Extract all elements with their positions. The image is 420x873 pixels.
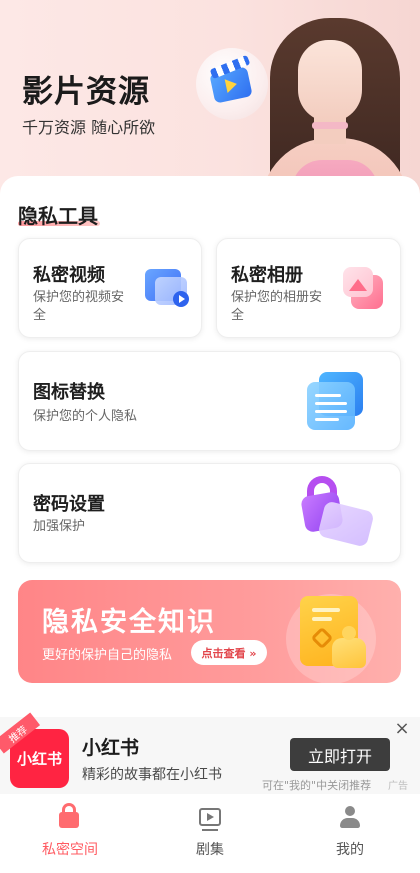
padlock-icon [299,476,375,552]
card-desc: 保护您的相册安全 [231,290,323,323]
close-icon[interactable]: × [392,719,412,739]
card-private-video[interactable]: 私密视频 保护您的视频安全 [18,238,202,338]
user-icon [340,806,360,830]
ad-app-name: 小红书 [82,737,140,759]
section-title: 隐私工具 [18,204,98,228]
card-title: 密码设置 [33,494,105,515]
user-shield-icon [332,626,366,668]
hero-model-image [240,10,420,200]
privacy-knowledge-banner[interactable]: 隐私安全知识 更好的保护自己的隐私 点击查看 » [18,580,401,683]
banner-subtitle: 更好的保护自己的隐私 [42,648,173,663]
nav-item-private-space[interactable]: 私密空间 [0,794,140,873]
ad-banner[interactable]: 小红书 推荐 小红书 精彩的故事都在小红书 立即打开 × 可在"我的"中关闭推荐… [0,712,420,794]
card-icon-replace[interactable]: 图标替换 保护您的个人隐私 [18,351,401,451]
nav-label: 剧集 [196,842,224,858]
document-list-icon [305,372,367,434]
nav-item-episodes[interactable]: 剧集 [140,794,280,873]
card-title: 私密视频 [33,265,105,286]
photo-album-icon [341,265,387,315]
hero-banner: 影片资源 千万资源 随心所欲 [0,0,420,200]
card-desc: 加强保护 [33,519,86,534]
nav-item-mine[interactable]: 我的 [280,794,420,873]
card-desc: 保护您的个人隐私 [33,409,138,424]
card-title: 私密相册 [231,265,303,286]
hero-subtitle: 千万资源 随心所欲 [22,118,156,137]
video-folder-icon [143,267,193,311]
nav-label: 我的 [336,842,364,858]
view-details-button[interactable]: 点击查看 » [191,640,267,665]
lock-icon [59,803,79,828]
ad-note: 可在"我的"中关闭推荐 [262,779,372,792]
card-private-album[interactable]: 私密相册 保护您的相册安全 [216,238,401,338]
video-play-icon [199,808,221,826]
ad-badge: 广告 [388,781,408,792]
nav-label: 私密空间 [42,842,98,858]
card-password-settings[interactable]: 密码设置 加强保护 [18,463,401,563]
card-desc: 保护您的视频安全 [33,290,125,323]
bottom-nav: 私密空间 剧集 我的 [0,794,420,873]
open-app-button[interactable]: 立即打开 [290,738,390,771]
ad-description: 精彩的故事都在小红书 [82,767,222,783]
hero-title: 影片资源 [22,74,150,110]
card-title: 图标替换 [33,382,105,403]
banner-title: 隐私安全知识 [42,607,216,638]
logo-text: 小红书 [16,750,62,768]
